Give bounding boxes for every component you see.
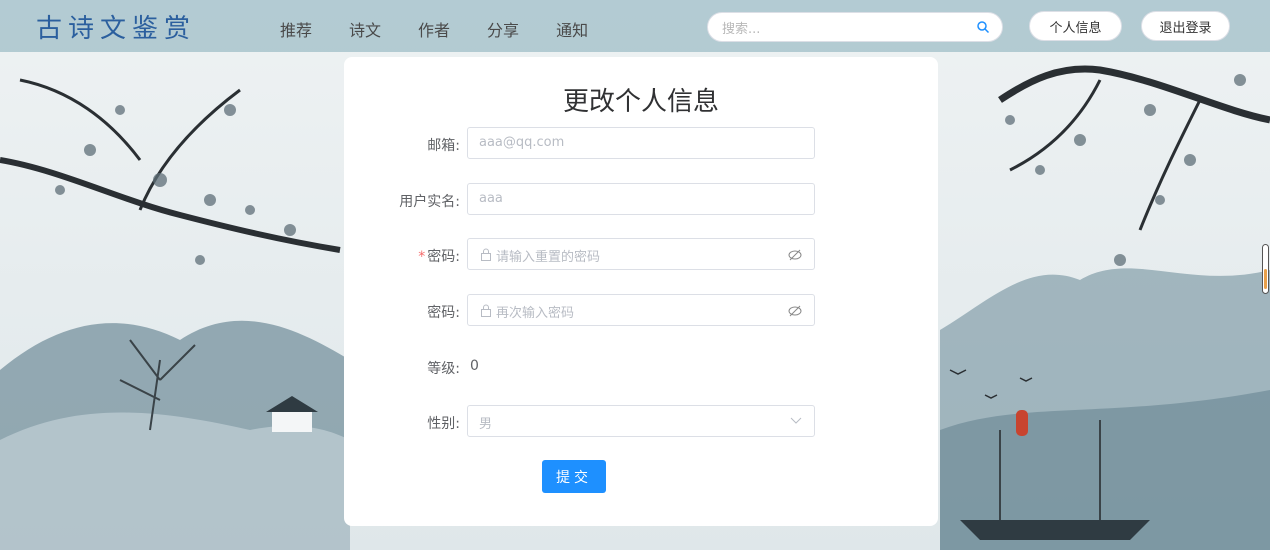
confirm-password-field[interactable]: 再次输入密码 [467,294,815,326]
top-header: 古诗文鉴赏 推荐 诗文 作者 分享 通知 个人信息 退出登录 [0,0,1270,52]
nav-item-notify[interactable]: 通知 [556,17,588,41]
realname-placeholder: aaa [479,191,503,206]
lock-icon [481,304,491,317]
email-placeholder: aaa@qq.com [479,135,565,150]
nav-item-authors[interactable]: 作者 [418,17,450,41]
eye-off-icon[interactable] [788,304,802,318]
confirm-password-row: 密码: 再次输入密码 [344,294,938,326]
page-title: 更改个人信息 [562,87,719,117]
level-label: 等级: [427,361,460,377]
chevron-down-icon [790,417,802,424]
nav-item-share[interactable]: 分享 [487,17,519,41]
password-label-text: 密码: [427,249,460,265]
scrollbar[interactable] [1262,244,1269,294]
eye-off-icon[interactable] [788,248,802,262]
password-label: * 密码: [418,246,460,266]
search-icon[interactable] [976,20,990,34]
logout-button[interactable]: 退出登录 [1141,11,1230,41]
realname-row: 用户实名: aaa [344,183,938,215]
nav-item-recommend[interactable]: 推荐 [280,17,312,41]
level-value: 0 [470,358,479,374]
scrollbar-thumb[interactable] [1264,269,1267,289]
confirm-password-placeholder: 再次输入密码 [496,306,575,321]
confirm-password-label: 密码: [427,305,460,321]
gender-select[interactable]: 男 [467,405,815,437]
lock-icon [481,248,491,261]
email-label: 邮箱: [427,138,460,154]
site-logo[interactable]: 古诗文鉴赏 [36,8,196,45]
password-row: * 密码: 请输入重置的密码 [344,238,938,270]
email-row: 邮箱: aaa@qq.com [344,127,938,159]
edit-profile-card: 更改个人信息 邮箱: aaa@qq.com 用户实名: aaa * 密码: 请输入… [344,57,938,526]
level-row: 等级: 0 [344,350,938,382]
gender-row: 性别: 男 [344,405,938,437]
password-placeholder: 请输入重置的密码 [496,250,601,265]
submit-button[interactable]: 提交 [542,460,606,493]
password-field[interactable]: 请输入重置的密码 [467,238,815,270]
search-box [707,12,1003,42]
nav-item-poems[interactable]: 诗文 [349,17,381,41]
main-nav: 推荐 诗文 作者 分享 通知 [280,17,625,41]
profile-button[interactable]: 个人信息 [1029,11,1122,41]
search-input[interactable] [720,18,964,40]
gender-label: 性别: [427,416,460,432]
realname-field[interactable]: aaa [467,183,815,215]
gender-value: 男 [479,417,493,432]
realname-label: 用户实名: [399,194,460,210]
required-mark: * [418,249,426,265]
email-field[interactable]: aaa@qq.com [467,127,815,159]
